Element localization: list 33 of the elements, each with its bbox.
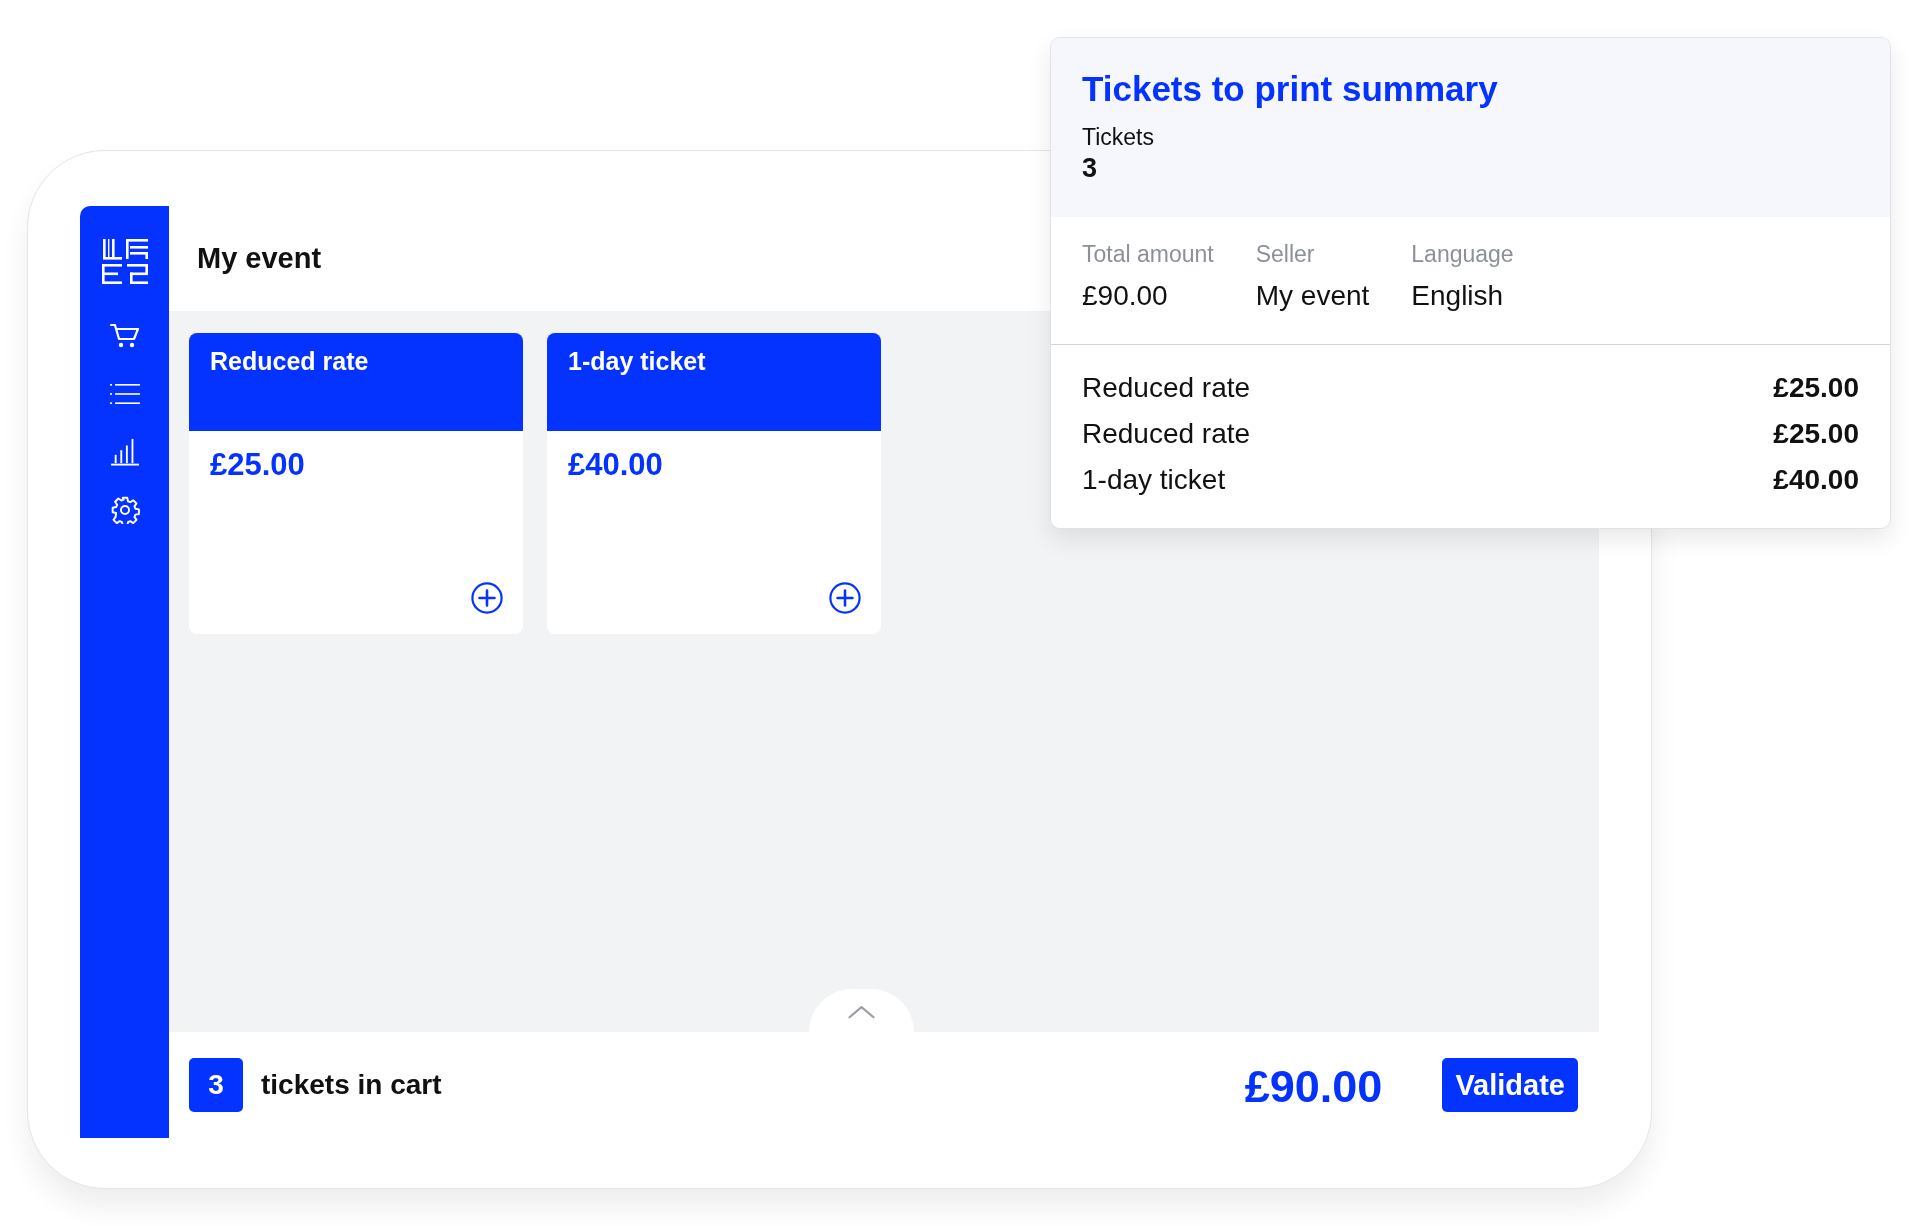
settings-icon[interactable] (109, 496, 140, 524)
item-price: £40.00 (1773, 464, 1859, 496)
detail-label: Language (1411, 241, 1514, 268)
bar-chart-icon[interactable] (109, 438, 140, 466)
cart-icon[interactable] (109, 322, 140, 350)
detail-value: £90.00 (1082, 280, 1169, 312)
chevron-up-icon (848, 1005, 875, 1019)
ticket-price: £40.00 (568, 447, 663, 482)
cart-count-badge: 3 (189, 1058, 243, 1112)
detail-value: My event (1255, 280, 1370, 312)
cart-label: tickets in cart (261, 1069, 442, 1101)
item-name: 1-day ticket (1082, 464, 1226, 496)
item-price: £25.00 (1773, 418, 1859, 450)
item-price: £25.00 (1773, 372, 1859, 404)
validate-button[interactable]: Validate (1442, 1058, 1578, 1112)
item-name: Reduced rate (1082, 372, 1251, 404)
detail-label: Seller (1255, 241, 1316, 268)
ticket-name: Reduced rate (210, 347, 369, 375)
add-icon[interactable] (829, 582, 861, 614)
logo-mark (100, 239, 149, 284)
ticket-name: 1-day ticket (568, 347, 706, 375)
tickets-label: Tickets (1082, 123, 1154, 152)
ticket-card[interactable]: Reduced rate £25.00 (189, 333, 523, 634)
ticket-card[interactable]: 1-day ticket £40.00 (547, 333, 881, 634)
detail-label: Total amount (1082, 241, 1214, 268)
cart-total: £90.00 (1244, 1061, 1383, 1113)
add-icon[interactable] (471, 582, 503, 614)
summary-title: Tickets to print summary (1082, 69, 1498, 109)
tickets-count: 3 (1082, 152, 1098, 184)
item-name: Reduced rate (1082, 418, 1251, 450)
ticket-price: £25.00 (210, 447, 305, 482)
page-title: My event (197, 242, 322, 275)
detail-value: English (1411, 280, 1505, 312)
